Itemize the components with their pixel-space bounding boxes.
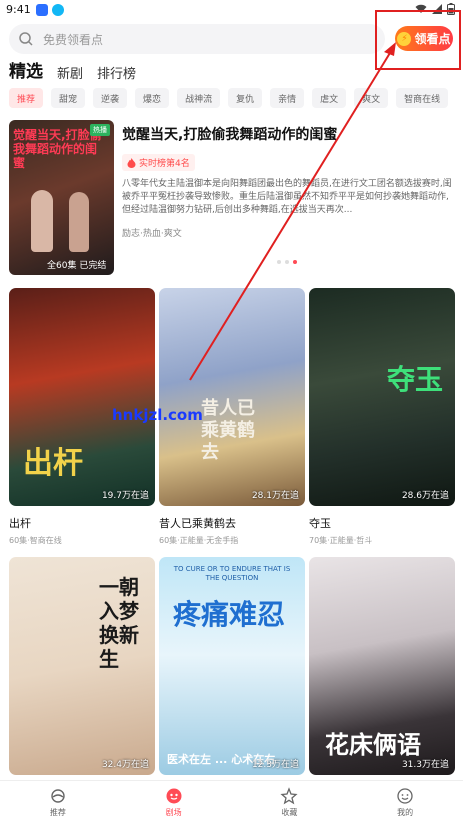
theater-icon — [166, 788, 182, 803]
follow-count: 28.1万在追 — [251, 491, 299, 501]
drama-title[interactable]: 夺玉 — [309, 515, 455, 531]
drama-title[interactable]: 出杆 — [9, 515, 155, 531]
drama-card[interactable]: 夺玉 28.6万在追 夺玉 70集·正能量·哲斗 — [309, 288, 455, 546]
featured-poster-tag: 热播 — [90, 124, 110, 136]
carousel-dot[interactable] — [277, 260, 281, 264]
watermark: hnkjzl.com — [112, 406, 203, 424]
featured-episodes: 全60集 已完结 — [47, 261, 107, 271]
poster-subtitle-art: TO CURE OR TO ENDURE THAT IS THE QUESTIO… — [173, 565, 291, 582]
poster-title-art: 昔人已乘黄鹤去 — [201, 398, 255, 463]
nav-favorites-label: 收藏 — [281, 807, 298, 817]
nav-profile[interactable]: 我的 — [347, 781, 463, 823]
carousel-dot-active[interactable] — [293, 260, 297, 264]
chip-satisfying[interactable]: 爽文 — [354, 88, 389, 108]
featured-drama[interactable]: 觉醒当天,打脸偷我舞蹈动作的闺蜜 热播 全60集 已完结 觉醒当天,打脸偷我舞蹈… — [9, 120, 455, 276]
nav-theater-label: 剧场 — [165, 807, 182, 817]
drama-poster[interactable]: 昔人已乘黄鹤去 28.1万在追 — [159, 288, 305, 506]
app-notification-icon — [36, 4, 48, 16]
tab-new[interactable]: 新剧 — [57, 63, 83, 82]
featured-description: 八零年代女主陆温御本是向阳舞蹈团最出色的舞蹈员,在进行文工团名额选拔赛时,闺被乔… — [122, 179, 452, 215]
category-chips: 推荐 甜宠 逆袭 爆恋 战神流 复仇 亲情 虐文 爽文 智商在线 — [9, 88, 463, 110]
featured-poster[interactable]: 觉醒当天,打脸偷我舞蹈动作的闺蜜 热播 全60集 已完结 — [9, 120, 114, 275]
chip-smart[interactable]: 智商在线 — [396, 88, 449, 108]
nav-profile-label: 我的 — [397, 807, 414, 817]
drama-meta: 70集·正能量·哲斗 — [309, 536, 373, 545]
chat-notification-icon — [52, 4, 64, 16]
drama-meta: 60集·正能量·无金手指 — [159, 536, 239, 545]
drama-poster[interactable]: TO CURE OR TO ENDURE THAT IS THE QUESTIO… — [159, 557, 305, 775]
recommend-icon — [51, 788, 65, 803]
follow-count: 28.6万在追 — [401, 491, 449, 501]
poster-figure — [31, 190, 53, 252]
drama-poster[interactable]: 一朝入梦换新生 32.4万在追 — [9, 557, 155, 775]
poster-title-art: 出杆 — [23, 446, 83, 481]
search-icon — [19, 32, 33, 46]
poster-figure — [69, 192, 89, 252]
poster-title-art: 疼痛难忍 — [173, 598, 286, 631]
fire-icon — [127, 157, 136, 168]
star-icon — [280, 786, 298, 804]
search-input[interactable]: 免费领看点 — [9, 24, 385, 54]
drama-poster[interactable]: 出杆 19.7万在追 — [9, 288, 155, 506]
featured-tags: 励志·热血·爽文 — [122, 229, 182, 239]
drama-card[interactable]: 花床俩语 31.3万在追 — [309, 557, 455, 775]
chip-counterattack[interactable]: 逆袭 — [93, 88, 128, 108]
carousel-dot[interactable] — [285, 260, 289, 264]
follow-count: 31.3万在追 — [401, 760, 449, 770]
nav-recommend-label: 推荐 — [49, 807, 66, 817]
chip-family[interactable]: 亲情 — [270, 88, 305, 108]
drama-meta: 60集·智商在线 — [9, 536, 62, 545]
chip-war-god[interactable]: 战神流 — [177, 88, 221, 108]
rank-badge-label: 实时榜第4名 — [139, 159, 190, 169]
profile-icon — [397, 787, 413, 804]
rank-badge: 实时榜第4名 — [122, 154, 195, 171]
main-tabs: 精选 新剧 排行榜 — [9, 58, 136, 82]
drama-poster[interactable]: 花床俩语 31.3万在追 — [309, 557, 455, 775]
poster-title-art: 一朝入梦换新生 — [99, 575, 139, 671]
chip-sweet[interactable]: 甜宠 — [51, 88, 86, 108]
follow-count: 19.7万在追 — [101, 491, 149, 501]
chip-revenge[interactable]: 复仇 — [228, 88, 263, 108]
status-time: 9:41 — [6, 3, 31, 16]
carousel-dots — [277, 260, 297, 264]
follow-count: 12.3万在追 — [251, 760, 299, 770]
chip-recommend[interactable]: 推荐 — [9, 88, 44, 108]
poster-title-art: 花床俩语 — [325, 731, 421, 759]
chip-romance[interactable]: 爆恋 — [135, 88, 170, 108]
follow-count: 32.4万在追 — [101, 760, 149, 770]
nav-theater[interactable]: 剧场 — [116, 781, 232, 823]
chip-angst[interactable]: 虐文 — [312, 88, 347, 108]
search-placeholder: 免费领看点 — [43, 33, 104, 47]
tab-featured[interactable]: 精选 — [9, 57, 43, 82]
nav-favorites[interactable]: 收藏 — [232, 781, 348, 823]
nav-recommend[interactable]: 推荐 — [0, 781, 116, 823]
highlight-annotation — [375, 10, 461, 70]
drama-title[interactable]: 昔人已乘黄鹤去 — [159, 515, 305, 531]
drama-poster[interactable]: 夺玉 28.6万在追 — [309, 288, 455, 506]
bottom-nav: 推荐 剧场 收藏 我的 — [0, 780, 463, 823]
featured-title[interactable]: 觉醒当天,打脸偷我舞蹈动作的闺蜜 — [122, 124, 337, 144]
drama-card[interactable]: TO CURE OR TO ENDURE THAT IS THE QUESTIO… — [159, 557, 305, 775]
drama-card[interactable]: 一朝入梦换新生 32.4万在追 — [9, 557, 155, 775]
poster-title-art: 夺玉 — [387, 363, 444, 396]
tab-ranking[interactable]: 排行榜 — [97, 63, 136, 82]
